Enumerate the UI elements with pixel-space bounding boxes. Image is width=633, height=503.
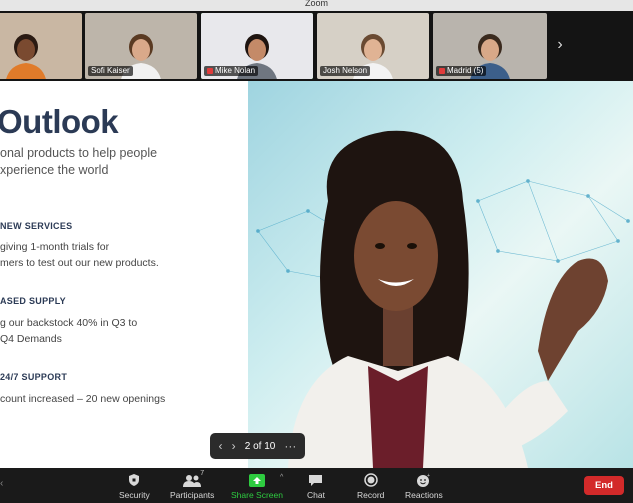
participants-label: Participants	[170, 490, 215, 500]
participant-name-label: Josh Nelson	[320, 66, 371, 76]
chevron-right-icon[interactable]: ›	[550, 35, 570, 55]
zoom-window: Zoom Madrid (5) Josh Nelson Mike Nolan Sofi…	[0, 0, 633, 503]
chevron-up-icon[interactable]: ^	[280, 474, 283, 481]
record-label: Record	[357, 490, 385, 500]
svg-text:+: +	[427, 473, 430, 479]
security-button[interactable]: Security	[119, 472, 150, 500]
speaker-video	[248, 81, 633, 468]
participants-button[interactable]: 7 Participants	[170, 470, 215, 500]
window-title: Zoom	[304, 0, 328, 8]
shared-screen: Outlook onal products to help people xpe…	[0, 81, 633, 468]
share-screen-icon	[248, 472, 265, 488]
slide-subtitle-line: xperience the world	[0, 163, 109, 177]
security-label: Security	[119, 490, 150, 500]
slide-page-indicator: 2 of 10	[244, 440, 276, 452]
participant-name-label: Sofi Kaiser	[88, 66, 133, 76]
slide-pager: ‹ › 2 of 10 ···	[210, 433, 305, 459]
section-heading: ASED SUPPLY	[0, 296, 66, 306]
participant-tile[interactable]: Sofi Kaiser	[85, 13, 197, 79]
participant-tile[interactable]: Madrid (5)	[433, 13, 547, 79]
smiley-icon: +	[416, 472, 431, 488]
share-screen-button[interactable]: Share Screen	[231, 472, 283, 500]
more-horizontal-icon[interactable]: ···	[284, 439, 296, 453]
section-text: count increased – 20 new openings	[0, 393, 166, 405]
participant-tile[interactable]: Mike Nolan	[201, 13, 313, 79]
participants-count: 7	[200, 470, 205, 477]
participant-name: Josh Nelson	[323, 66, 368, 75]
presentation-slide: Outlook onal products to help people xpe…	[0, 81, 248, 468]
top-shape	[368, 366, 428, 468]
chevron-right-icon[interactable]: ›	[232, 439, 236, 453]
participant-name-label: Madrid (5)	[436, 66, 487, 76]
section-text: Q4 Demands	[0, 333, 62, 345]
window-title-bar: Zoom	[0, 0, 633, 11]
end-meeting-button[interactable]: End	[584, 476, 624, 495]
participants-icon: 7	[183, 470, 205, 488]
shield-icon	[128, 472, 140, 488]
speaker-video-image	[256, 130, 630, 468]
participant-name: Sofi Kaiser	[91, 66, 130, 75]
record-icon	[363, 472, 378, 488]
participants-strip: Madrid (5) Josh Nelson Mike Nolan Sofi Kais…	[0, 11, 633, 81]
reactions-button[interactable]: + Reactions	[405, 472, 443, 501]
participant-avatar	[6, 34, 46, 79]
mic-muted-icon	[439, 68, 445, 74]
section-heading: 24/7 SUPPORT	[0, 372, 68, 382]
chevron-left-icon[interactable]: ‹	[219, 439, 223, 453]
participant-tile[interactable]: Davis	[0, 13, 82, 79]
hand-shape	[538, 258, 608, 381]
slide-subtitle-line: onal products to help people	[0, 146, 158, 160]
chat-icon	[308, 472, 323, 488]
face-shape	[354, 201, 438, 311]
mic-muted-icon	[207, 68, 213, 74]
participant-name: Mike Nolan	[215, 66, 256, 75]
reactions-label: Reactions	[405, 490, 443, 500]
slide-subtitle: onal products to help people xperience t…	[0, 145, 170, 179]
chevron-left-icon[interactable]: ‹	[0, 478, 3, 489]
share-screen-label: Share Screen	[231, 490, 283, 500]
meeting-toolbar: ‹ Security 7 Participants Share Screen ^	[0, 468, 633, 503]
chat-button[interactable]: Chat	[307, 472, 325, 500]
participant-name-label: Mike Nolan	[204, 66, 259, 76]
participant-name: Madrid (5)	[447, 66, 484, 75]
section-text: giving 1-month trials for	[0, 241, 110, 253]
section-text: g our backstock 40% in Q3 to	[0, 317, 138, 329]
slide-title: Outlook	[0, 103, 119, 140]
section-text: mers to test out our new products.	[0, 257, 159, 269]
chat-label: Chat	[307, 490, 325, 500]
record-button[interactable]: Record	[357, 472, 384, 500]
section-heading: NEW SERVICES	[0, 221, 73, 231]
participant-tile[interactable]: Josh Nelson	[317, 13, 429, 79]
